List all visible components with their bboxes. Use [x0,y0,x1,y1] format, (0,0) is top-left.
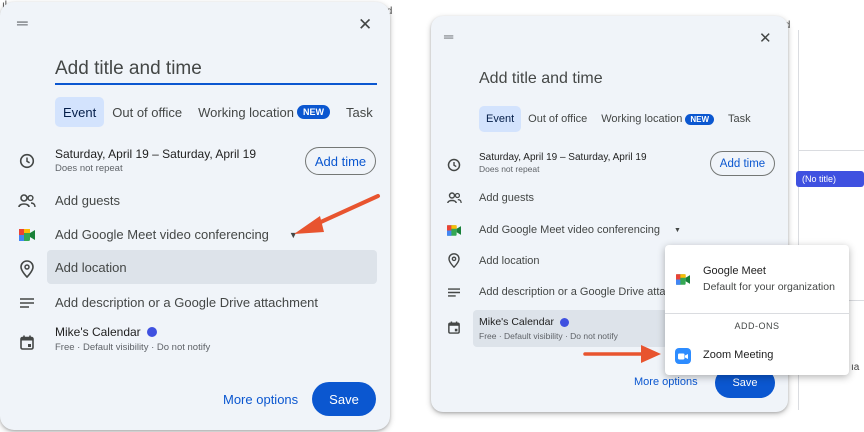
tab-working-location[interactable]: Working location NEW [190,97,338,127]
calendar-grid-line [798,150,864,151]
add-description-row[interactable]: Add description or a Google Drive attach… [55,295,318,310]
tab-event[interactable]: Event [479,106,522,132]
add-location-label: Add location [479,255,540,267]
close-icon[interactable]: ✕ [759,31,772,46]
event-chip-label: (No title) [802,174,837,184]
tab-label: Working location [198,104,294,120]
repeat-text: Does not repeat [479,164,540,174]
calendar-select[interactable]: Mike's Calendar Free · Default visibilit… [55,325,210,353]
clock-icon [444,155,464,175]
conferencing-dropdown-menu: Google Meet Default for your organizatio… [665,245,849,375]
calendar-select[interactable]: Mike's Calendar Free · Default visibilit… [473,310,668,347]
add-description-row[interactable]: Add description or a Google Drive atta [479,286,666,298]
add-guests-row[interactable]: Add guests [55,193,120,208]
add-time-button[interactable]: Add time [710,151,775,176]
add-time-button[interactable]: Add time [305,147,376,175]
save-label: Save [329,391,359,407]
date-range: Saturday, April 19 – Saturday, April 19 [55,147,257,161]
menu-item-zoom-meeting[interactable]: Zoom Meeting [665,341,849,371]
date-block[interactable]: Saturday, April 19 – Saturday, April 19 … [55,147,256,174]
people-icon [444,189,464,207]
calendar-details: Free · Default visibility · Do not notif… [479,331,618,341]
location-pin-icon [16,258,38,280]
add-time-label: Add time [719,157,766,170]
repeat-text: Does not repeat [55,163,123,174]
google-meet-subtitle: Default for your organization [703,281,835,293]
calendar-icon [444,318,464,336]
tab-label: Event [486,113,515,125]
description-lines-icon [16,293,38,313]
event-chip-no-title[interactable]: (No title) [796,171,864,187]
menu-divider [665,313,849,314]
menu-item-google-meet[interactable]: Google Meet Default for your organizatio… [665,245,849,311]
save-label: Save [732,377,758,389]
event-type-tabs: Event Out of office Working location NEW… [479,106,758,132]
addons-header: ADD-ONS [734,321,780,331]
zoom-icon [675,348,691,364]
screenshot-stage: ıl ıd ıd ıa (No title) ═ ✕ Event Out of … [0,0,864,432]
add-guests-label: Add guests [479,192,535,204]
tab-task[interactable]: Task [338,97,381,127]
tab-out-of-office[interactable]: Out of office [521,106,594,132]
location-pin-icon [444,250,464,270]
calendar-color-dot [559,317,569,327]
tab-label: Out of office [528,113,588,125]
add-meet-row[interactable]: Add Google Meet video conferencing ▼ [55,227,298,242]
drag-handle-icon[interactable]: ═ [444,30,453,43]
add-time-label: Add time [314,153,367,169]
new-badge: NEW [685,113,715,125]
drag-handle-icon[interactable]: ═ [17,16,28,31]
calendar-icon [16,332,38,352]
tab-label: Task [728,113,751,125]
new-badge: NEW [296,105,330,119]
calendar-details: Free · Default visibility · Do not notif… [55,342,211,353]
date-block[interactable]: Saturday, April 19 – Saturday, April 19 … [479,152,647,174]
tab-label: Task [345,104,373,120]
more-options-button[interactable]: More options [634,376,698,388]
clock-icon [16,150,38,172]
add-location-field[interactable]: Add location [47,250,377,284]
add-location-row[interactable]: Add location [479,255,540,267]
add-location-label: Add location [55,260,127,275]
add-meet-label: Add Google Meet video conferencing [479,224,661,236]
tab-out-of-office[interactable]: Out of office [104,97,190,127]
calendar-color-dot [146,327,157,337]
add-guests-label: Add guests [55,193,121,208]
background-text-fragment: ıa [851,362,860,373]
people-icon [16,191,38,211]
tab-label: Working location [601,113,683,125]
date-range: Saturday, April 19 – Saturday, April 19 [479,152,647,163]
google-meet-icon [444,221,464,239]
tab-working-location[interactable]: Working location NEW [594,106,721,132]
add-guests-row[interactable]: Add guests [479,192,534,204]
caret-down-icon[interactable]: ▼ [674,227,681,234]
zoom-meeting-label: Zoom Meeting [703,349,774,361]
tab-label: Event [63,104,97,120]
calendar-name: Mike's Calendar [55,325,141,339]
tab-label: Out of office [112,104,183,120]
title-input[interactable] [479,67,759,91]
event-type-tabs: Event Out of office Working location NEW… [55,97,381,127]
caret-down-icon[interactable]: ▼ [289,230,298,240]
more-options-button[interactable]: More options [223,392,298,407]
add-meet-row[interactable]: Add Google Meet video conferencing ▼ [479,224,681,236]
google-meet-icon [675,272,691,286]
google-meet-icon [16,225,38,245]
calendar-name: Mike's Calendar [479,316,554,328]
google-meet-title: Google Meet [703,265,766,277]
title-input[interactable] [55,57,377,85]
add-meet-label: Add Google Meet video conferencing [55,227,269,242]
close-icon[interactable]: ✕ [358,16,372,33]
add-description-label: Add description or a Google Drive attach… [55,295,319,310]
description-lines-icon [444,283,464,301]
tab-event[interactable]: Event [55,97,105,127]
save-button[interactable]: Save [312,382,376,416]
tab-task[interactable]: Task [721,106,758,132]
add-description-label: Add description or a Google Drive atta [479,286,666,298]
event-dialog-left: ═ ✕ Event Out of office Working location… [0,2,390,430]
